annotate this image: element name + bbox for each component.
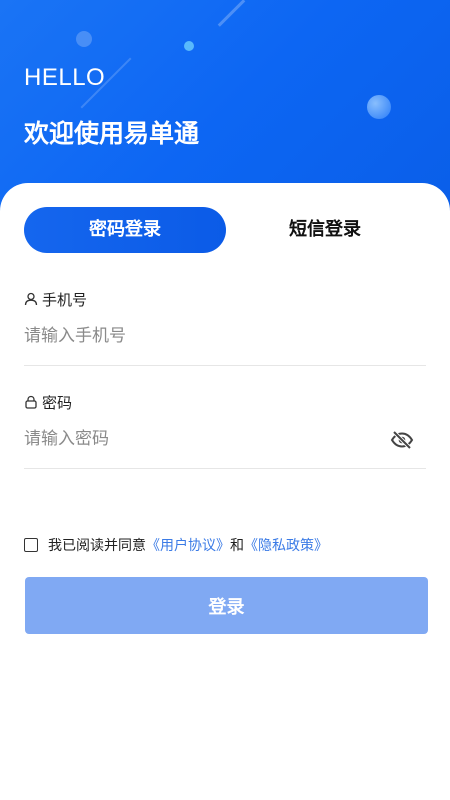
- divider: [24, 468, 426, 469]
- welcome-title: 欢迎使用易单通: [24, 119, 200, 148]
- decor-bubble: [184, 41, 194, 51]
- login-button[interactable]: 登录: [25, 577, 428, 634]
- agreement-text: 我已阅读并同意: [48, 538, 146, 554]
- tab-sms-login[interactable]: 短信登录: [224, 207, 426, 253]
- login-page: HELLO 欢迎使用易单通 密码登录 短信登录 手机号 请输入手机号 密码 我已…: [0, 0, 450, 800]
- password-input[interactable]: [24, 422, 384, 456]
- password-label: 密码: [24, 392, 72, 412]
- password-field: 密码: [24, 392, 426, 472]
- user-icon: [24, 292, 38, 306]
- password-label-text: 密码: [42, 393, 73, 412]
- greeting-text: HELLO: [24, 64, 106, 91]
- decor-bubble: [76, 31, 92, 47]
- phone-label-text: 手机号: [42, 290, 88, 309]
- agreement-conj: 和: [230, 538, 244, 554]
- divider: [24, 365, 426, 366]
- phone-field: 手机号: [24, 289, 426, 369]
- agreement-checkbox[interactable]: [24, 538, 38, 552]
- login-tabs: 密码登录 短信登录: [24, 207, 426, 253]
- user-agreement-link[interactable]: 《用户协议》: [146, 535, 230, 555]
- phone-label: 手机号: [24, 289, 87, 309]
- decor-line: [217, 0, 246, 27]
- privacy-policy-link[interactable]: 《隐私政策》: [244, 535, 328, 555]
- decor-bubble: [367, 95, 391, 119]
- agreement-row: 我已阅读并同意 《用户协议》 和 《隐私政策》: [24, 536, 328, 554]
- phone-input[interactable]: [24, 319, 384, 353]
- eye-off-icon[interactable]: [390, 430, 414, 450]
- lock-icon: [25, 395, 37, 409]
- login-card: 密码登录 短信登录 手机号 密码: [0, 183, 450, 800]
- tab-password-login[interactable]: 密码登录: [24, 207, 226, 253]
